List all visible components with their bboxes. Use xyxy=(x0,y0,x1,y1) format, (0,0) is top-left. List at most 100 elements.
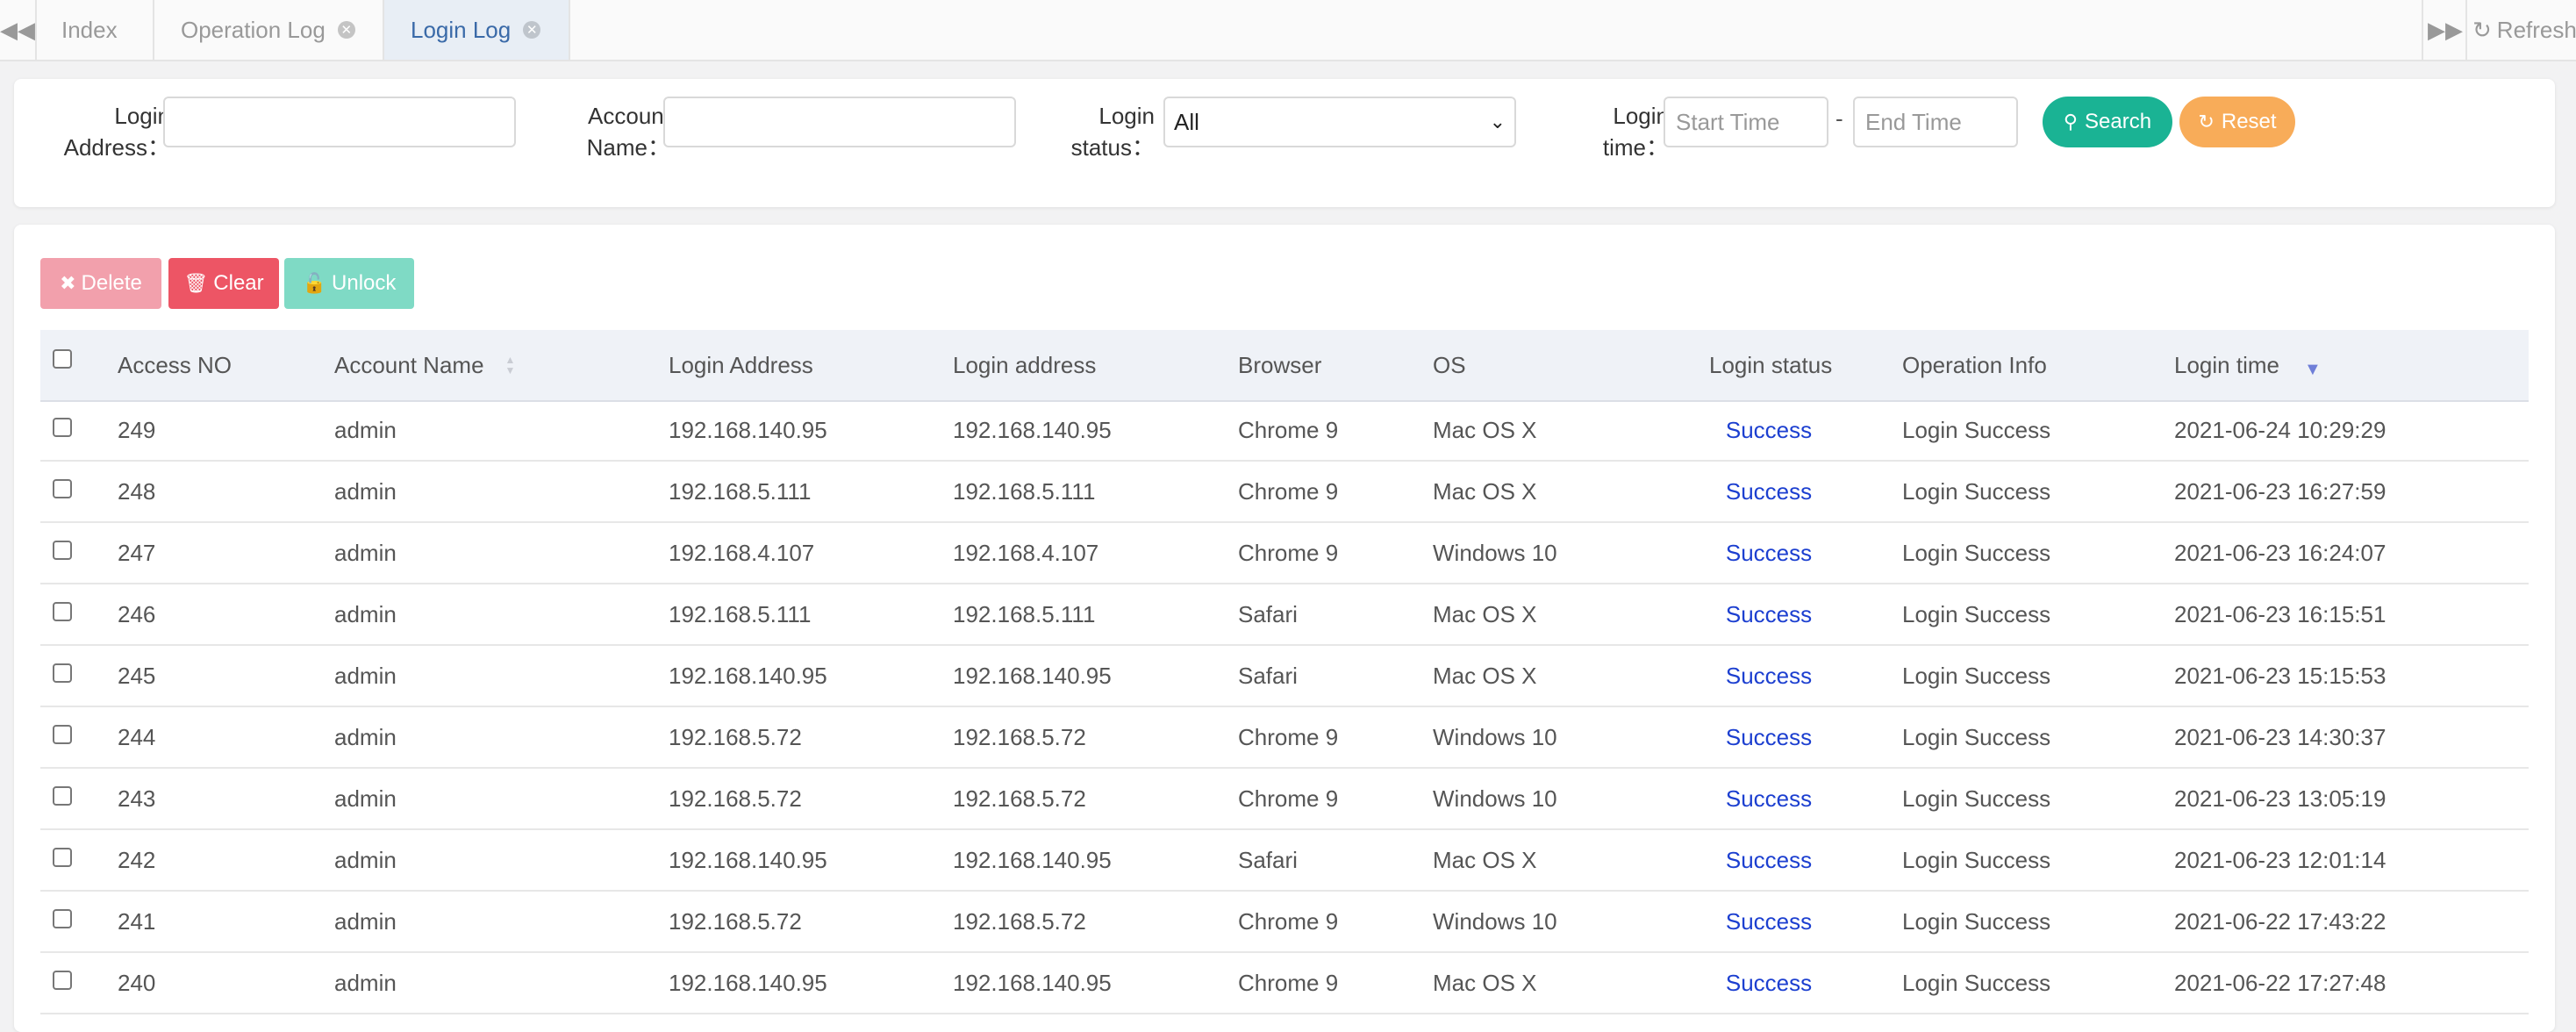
end-time-input[interactable]: End Time xyxy=(1853,97,2018,147)
double-chevron-left-icon[interactable]: ◀◀ xyxy=(0,0,37,60)
search-panel: Login Address： Account Name： Login statu… xyxy=(14,79,2555,207)
clear-button[interactable]: 🗑 Clear xyxy=(168,258,279,309)
close-circle-icon[interactable]: ✕ xyxy=(337,21,355,39)
account-name-input[interactable] xyxy=(663,97,1016,147)
table-row[interactable]: 246 admin 192.168.5.111 192.168.5.111 Safari… xyxy=(40,584,2529,646)
cell-login-address: 192.168.140.95 xyxy=(669,662,827,689)
cell-browser: Chrome 9 xyxy=(1238,416,1339,443)
table-header: Access NO Account Name ▲ ▼ Login Address … xyxy=(40,330,2529,402)
row-checkbox[interactable] xyxy=(53,909,72,928)
cell-os: Windows 10 xyxy=(1433,539,1557,566)
refresh-label: Refresh xyxy=(2496,16,2576,43)
column-header-browser[interactable]: Browser xyxy=(1238,330,1321,400)
column-header-access-no[interactable]: Access NO xyxy=(118,330,232,400)
cell-login-location: 192.168.4.107 xyxy=(953,539,1099,566)
row-checkbox[interactable] xyxy=(53,971,72,990)
cell-login-address: 192.168.5.111 xyxy=(669,477,812,505)
cell-account-name: admin xyxy=(334,846,397,873)
tab-label: Operation Log xyxy=(181,16,326,43)
login-status-value: All xyxy=(1174,108,1199,135)
cell-login-address: 192.168.5.111 xyxy=(669,600,812,627)
cell-login-status: Success xyxy=(1725,907,1813,935)
select-all-checkbox[interactable] xyxy=(53,349,72,369)
reset-button[interactable]: ↻ Reset xyxy=(2179,97,2295,147)
cell-account-name: admin xyxy=(334,539,397,566)
cell-login-location: 192.168.5.72 xyxy=(953,785,1086,812)
table-row[interactable]: 242 admin 192.168.140.95 192.168.140.95 Safa… xyxy=(40,830,2529,892)
column-header-login-location[interactable]: Login address xyxy=(953,330,1096,400)
unlock-icon: 🔓 xyxy=(302,272,327,294)
cell-login-address: 192.168.140.95 xyxy=(669,846,827,873)
cell-login-time: 2021-06-23 16:15:51 xyxy=(2174,600,2386,627)
tab-login-log[interactable]: Login Log ✕ xyxy=(384,0,570,60)
table-panel: ✖ Delete 🗑 Clear 🔓 Unlock Access NO Acco… xyxy=(14,225,2555,1032)
row-checkbox[interactable] xyxy=(53,663,72,683)
row-checkbox[interactable] xyxy=(53,479,72,498)
login-address-input[interactable] xyxy=(163,97,516,147)
unlock-button[interactable]: 🔓 Unlock xyxy=(284,258,414,309)
cell-login-status: Success xyxy=(1725,846,1813,873)
row-checkbox[interactable] xyxy=(53,541,72,560)
cell-login-time: 2021-06-23 16:24:07 xyxy=(2174,539,2386,566)
cell-login-location: 192.168.140.95 xyxy=(953,416,1112,443)
cell-access-no: 240 xyxy=(118,969,156,996)
row-checkbox[interactable] xyxy=(53,725,72,744)
column-header-os[interactable]: OS xyxy=(1433,330,1466,400)
table-row[interactable]: 245 admin 192.168.140.95 192.168.140.95 Safa… xyxy=(40,646,2529,707)
sort-icon[interactable]: ▲ ▼ xyxy=(505,355,516,376)
table-row[interactable]: 249 admin 192.168.140.95 192.168.140.95 Chro… xyxy=(40,400,2529,462)
cell-browser: Chrome 9 xyxy=(1238,723,1339,750)
cell-login-status: Success xyxy=(1725,785,1813,812)
refresh-button[interactable]: ↻ Refresh xyxy=(2465,0,2576,60)
row-checkbox[interactable] xyxy=(53,848,72,867)
cell-access-no: 242 xyxy=(118,846,156,873)
sort-desc-icon[interactable]: ▼ xyxy=(2304,360,2322,380)
row-checkbox[interactable] xyxy=(53,602,72,621)
table-row[interactable]: 244 admin 192.168.5.72 192.168.5.72 Chrome 9… xyxy=(40,707,2529,769)
column-header-login-status[interactable]: Login status xyxy=(1709,330,1832,400)
cell-login-status: Success xyxy=(1725,662,1813,689)
column-header-operation-info[interactable]: Operation Info xyxy=(1902,330,2047,400)
cell-account-name: admin xyxy=(334,600,397,627)
table-row[interactable]: 241 admin 192.168.5.72 192.168.5.72 Chrome 9… xyxy=(40,892,2529,953)
cell-login-address: 192.168.5.72 xyxy=(669,785,802,812)
column-header-account-name[interactable]: Account Name ▲ ▼ xyxy=(334,330,515,400)
column-header-login-address[interactable]: Login Address xyxy=(669,330,813,400)
cell-login-status: Success xyxy=(1725,477,1813,505)
tab-label: Index xyxy=(61,16,118,43)
login-time-label: Login time： xyxy=(1602,103,1669,161)
cell-account-name: admin xyxy=(334,723,397,750)
cell-browser: Chrome 9 xyxy=(1238,907,1339,935)
cell-login-time: 2021-06-24 10:29:29 xyxy=(2174,416,2386,443)
close-icon: ✖ xyxy=(60,272,76,294)
table-row[interactable]: 247 admin 192.168.4.107 192.168.4.107 Chrome… xyxy=(40,523,2529,584)
cell-login-status: Success xyxy=(1725,539,1813,566)
table-row[interactable]: 240 admin 192.168.140.95 192.168.140.95 Chro… xyxy=(40,953,2529,1014)
double-chevron-right-icon[interactable]: ▶▶ xyxy=(2422,0,2467,60)
table-row[interactable]: 243 admin 192.168.5.72 192.168.5.72 Chrome 9… xyxy=(40,769,2529,830)
column-header-login-time[interactable]: Login time ▼ xyxy=(2174,330,2322,400)
search-button[interactable]: ⚲ Search xyxy=(2043,97,2172,147)
cell-browser: Chrome 9 xyxy=(1238,969,1339,996)
table-row[interactable]: 248 admin 192.168.5.111 192.168.5.111 Chrome… xyxy=(40,462,2529,523)
cell-operation-info: Login Success xyxy=(1902,785,2051,812)
cell-account-name: admin xyxy=(334,477,397,505)
cell-os: Mac OS X xyxy=(1433,600,1537,627)
delete-button[interactable]: ✖ Delete xyxy=(40,258,161,309)
tab-index[interactable]: Index xyxy=(35,0,154,60)
cell-access-no: 245 xyxy=(118,662,156,689)
cell-operation-info: Login Success xyxy=(1902,477,2051,505)
cell-access-no: 241 xyxy=(118,907,156,935)
cell-access-no: 244 xyxy=(118,723,156,750)
cell-os: Windows 10 xyxy=(1433,907,1557,935)
cell-login-address: 192.168.4.107 xyxy=(669,539,815,566)
login-status-select[interactable]: All ⌄ xyxy=(1163,97,1516,147)
row-checkbox[interactable] xyxy=(53,786,72,806)
tab-operation-log[interactable]: Operation Log ✕ xyxy=(154,0,384,60)
start-time-input[interactable]: Start Time xyxy=(1664,97,1828,147)
cell-login-address: 192.168.140.95 xyxy=(669,416,827,443)
close-circle-icon[interactable]: ✕ xyxy=(523,21,541,39)
cell-os: Mac OS X xyxy=(1433,846,1537,873)
cell-browser: Safari xyxy=(1238,662,1298,689)
row-checkbox[interactable] xyxy=(53,418,72,437)
